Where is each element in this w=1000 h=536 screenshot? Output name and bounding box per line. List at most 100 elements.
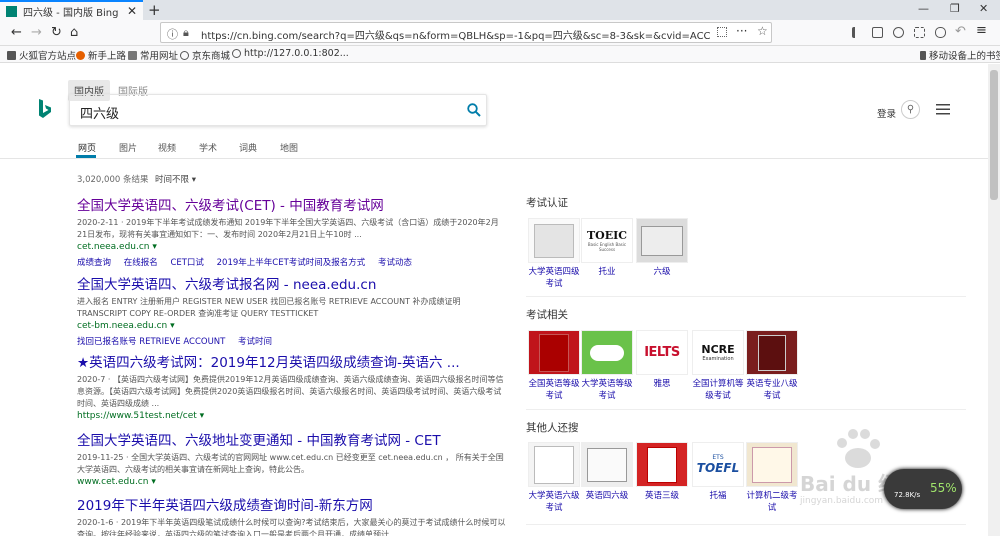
library-icon[interactable] [852, 27, 863, 38]
result-url[interactable]: https://www.51test.net/cet ▾ [77, 411, 507, 421]
bing-favicon-icon [6, 5, 17, 17]
result-snippet: 2020-1-6 · 2019年下半年英语四级笔试成绩什么时候可以查询?考试结束… [77, 518, 506, 536]
result-url[interactable]: www.cet.edu.cn ▾ [77, 477, 507, 487]
result-title[interactable]: 2019年下半年英语四六级成绩查询时间-新东方网 [77, 494, 507, 514]
entity-card[interactable]: 英语专业八级考试 [746, 330, 798, 402]
deeplinks: 找回已报名账号 RETRIEVE ACCOUNT 考试时间 [77, 335, 507, 347]
entity-card[interactable]: 英语三级 [636, 442, 688, 502]
section-title: 其他人还搜 [526, 422, 579, 434]
page-scrollbar[interactable] [988, 64, 1000, 536]
address-bar[interactable]: ⓘ 🔒︎ https://cn.bing.com/search?q=四六级&qs… [160, 22, 772, 43]
entity-card[interactable]: IELTS 雅思 [636, 330, 688, 390]
deeplink[interactable]: 成绩查询 [77, 258, 111, 268]
entity-card[interactable]: ETS TOEFL 托福 [692, 442, 744, 502]
forward-icon[interactable]: → [31, 25, 42, 40]
back-icon[interactable]: ← [11, 25, 22, 40]
entity-label: 计算机二级考试 [746, 491, 798, 513]
reload-icon[interactable]: ↻ [51, 25, 62, 40]
bookmark-item[interactable]: 京东商城 [180, 48, 230, 62]
entity-card[interactable]: TOEIC Basic English Basic Success 托业 [581, 218, 633, 278]
deeplink[interactable]: 考试时间 [238, 337, 272, 347]
minimize-icon[interactable]: — [918, 2, 929, 15]
divider [526, 296, 966, 297]
bookmark-item[interactable]: 常用网址 [128, 48, 178, 62]
lock-icon[interactable]: 🔒︎ [183, 26, 189, 40]
entity-card[interactable]: 计算机二级考试 [746, 442, 798, 514]
new-tab-button[interactable]: + [148, 1, 161, 19]
close-window-icon[interactable]: ✕ [979, 2, 988, 15]
bookmark-item[interactable]: 火狐官方站点 [7, 48, 76, 62]
avatar-icon[interactable]: ⚲ [901, 100, 920, 119]
account-icon[interactable] [893, 27, 904, 38]
entity-card[interactable]: 全国英语等级考试 [528, 330, 580, 402]
bing-results-page: 国内版 国际版 四六级 登录 ⚲ 网页 图片 视频 学术 词典 地图 3,020… [0, 64, 988, 536]
restore-icon[interactable]: ❐ [950, 2, 960, 15]
result-title[interactable]: 全国大学英语四、六级地址变更通知 - 中国教育考试网 - CET [77, 429, 507, 449]
deeplink[interactable]: 考试动态 [378, 258, 412, 268]
tab-dictionary[interactable]: 词典 [239, 141, 257, 154]
scrollbar-thumb[interactable] [990, 70, 998, 200]
result-title[interactable]: 全国大学英语四、六级考试(CET) - 中国教育考试网 [77, 194, 507, 214]
deeplink[interactable]: 找回已报名账号 RETRIEVE ACCOUNT [77, 337, 225, 347]
watermark-url: jingyan.baidu.com [800, 496, 884, 506]
search-result: 全国大学英语四、六级地址变更通知 - 中国教育考试网 - CET 2019-11… [77, 429, 507, 487]
entity-label: 全国英语等级考试 [528, 379, 580, 401]
deeplink[interactable]: CET口试 [170, 258, 204, 268]
entity-card[interactable]: NCRE Examination 全国计算机等级考试 [692, 330, 744, 402]
bookmark-star-icon[interactable]: ☆ [757, 24, 768, 38]
menu-icon[interactable]: ≡ [976, 23, 987, 38]
tab-web[interactable]: 网页 [78, 141, 96, 154]
divider [0, 158, 988, 159]
entity-image [528, 442, 580, 487]
entity-card[interactable]: 英语四六级 [581, 442, 633, 502]
url-text[interactable]: https://cn.bing.com/search?q=四六级&qs=n&fo… [201, 27, 711, 42]
entity-card[interactable]: 大学英语六级考试 [528, 442, 580, 514]
mobile-bookmarks[interactable]: 移动设备上的书签 [920, 48, 1000, 62]
browser-tab[interactable]: 四六级 - 国内版 Bing ✕ [0, 0, 143, 20]
entity-card[interactable]: 大学英语四级考试 [528, 218, 580, 290]
deeplink[interactable]: 在线报名 [124, 258, 158, 268]
entity-card[interactable]: 六级 [636, 218, 688, 278]
bookmark-item[interactable]: http://127.0.0.1:802... [232, 48, 349, 59]
deeplink[interactable]: 2019年上半年CET考试时间及报名方式 [217, 258, 366, 268]
time-filter[interactable]: 时间不限 ▾ [155, 173, 196, 185]
search-box[interactable]: 四六级 [69, 94, 487, 126]
undo-icon[interactable]: ↶ [955, 24, 966, 39]
network-speed-widget[interactable]: 55% 72.8K/s [884, 469, 962, 509]
qr-code-icon[interactable] [717, 27, 727, 37]
speed-percent: 55% [930, 481, 957, 495]
tab-images[interactable]: 图片 [119, 141, 137, 154]
page-info-icon[interactable]: ⓘ [167, 26, 178, 42]
pets-book-image [528, 330, 580, 375]
result-url[interactable]: cet.neea.edu.cn ▾ [77, 242, 507, 252]
result-snippet: 进入报名 ENTRY 注册新用户 REGISTER NEW USER 找回已报名… [77, 297, 461, 318]
login-link[interactable]: 登录 [877, 106, 896, 120]
tab-academic[interactable]: 学术 [199, 141, 217, 154]
toeic-logo-image: TOEIC Basic English Basic Success [581, 218, 633, 263]
entity-label: 托福 [709, 491, 727, 501]
result-title[interactable]: ★英语四六级考试网：2019年12月英语四级成绩查询-英语六 ... [77, 351, 507, 371]
result-title[interactable]: 全国大学英语四、六级考试报名网 - neea.edu.cn [77, 273, 507, 293]
home-icon[interactable]: ⌂ [70, 25, 78, 40]
result-url[interactable]: cet-bm.neea.edu.cn ▾ [77, 321, 507, 331]
entity-image [528, 218, 580, 263]
section-title: 考试相关 [526, 309, 568, 321]
entity-label: 英语四六级 [585, 491, 629, 501]
search-icon[interactable] [467, 103, 481, 117]
search-input[interactable]: 四六级 [80, 103, 119, 122]
entity-card[interactable]: 大学英语等级考试 [581, 330, 633, 402]
paw-icon [837, 429, 880, 468]
tab-videos[interactable]: 视频 [158, 141, 176, 154]
browser-tab-bar: 四六级 - 国内版 Bing ✕ + — ❐ ✕ [0, 0, 1000, 20]
bing-logo-icon[interactable] [37, 98, 53, 120]
page-actions-icon[interactable]: ··· [736, 24, 747, 38]
chat-icon[interactable] [935, 27, 946, 38]
sidebar-icon[interactable] [872, 27, 883, 38]
screenshot-icon[interactable] [914, 27, 925, 38]
hamburger-menu-icon[interactable] [936, 104, 950, 115]
close-tab-icon[interactable]: ✕ [127, 4, 137, 18]
entity-label: 全国计算机等级考试 [692, 379, 744, 401]
tab-maps[interactable]: 地图 [280, 141, 298, 154]
bookmark-item[interactable]: 新手上路 [76, 48, 126, 62]
ncre-logo-image: NCRE Examination [692, 330, 744, 375]
